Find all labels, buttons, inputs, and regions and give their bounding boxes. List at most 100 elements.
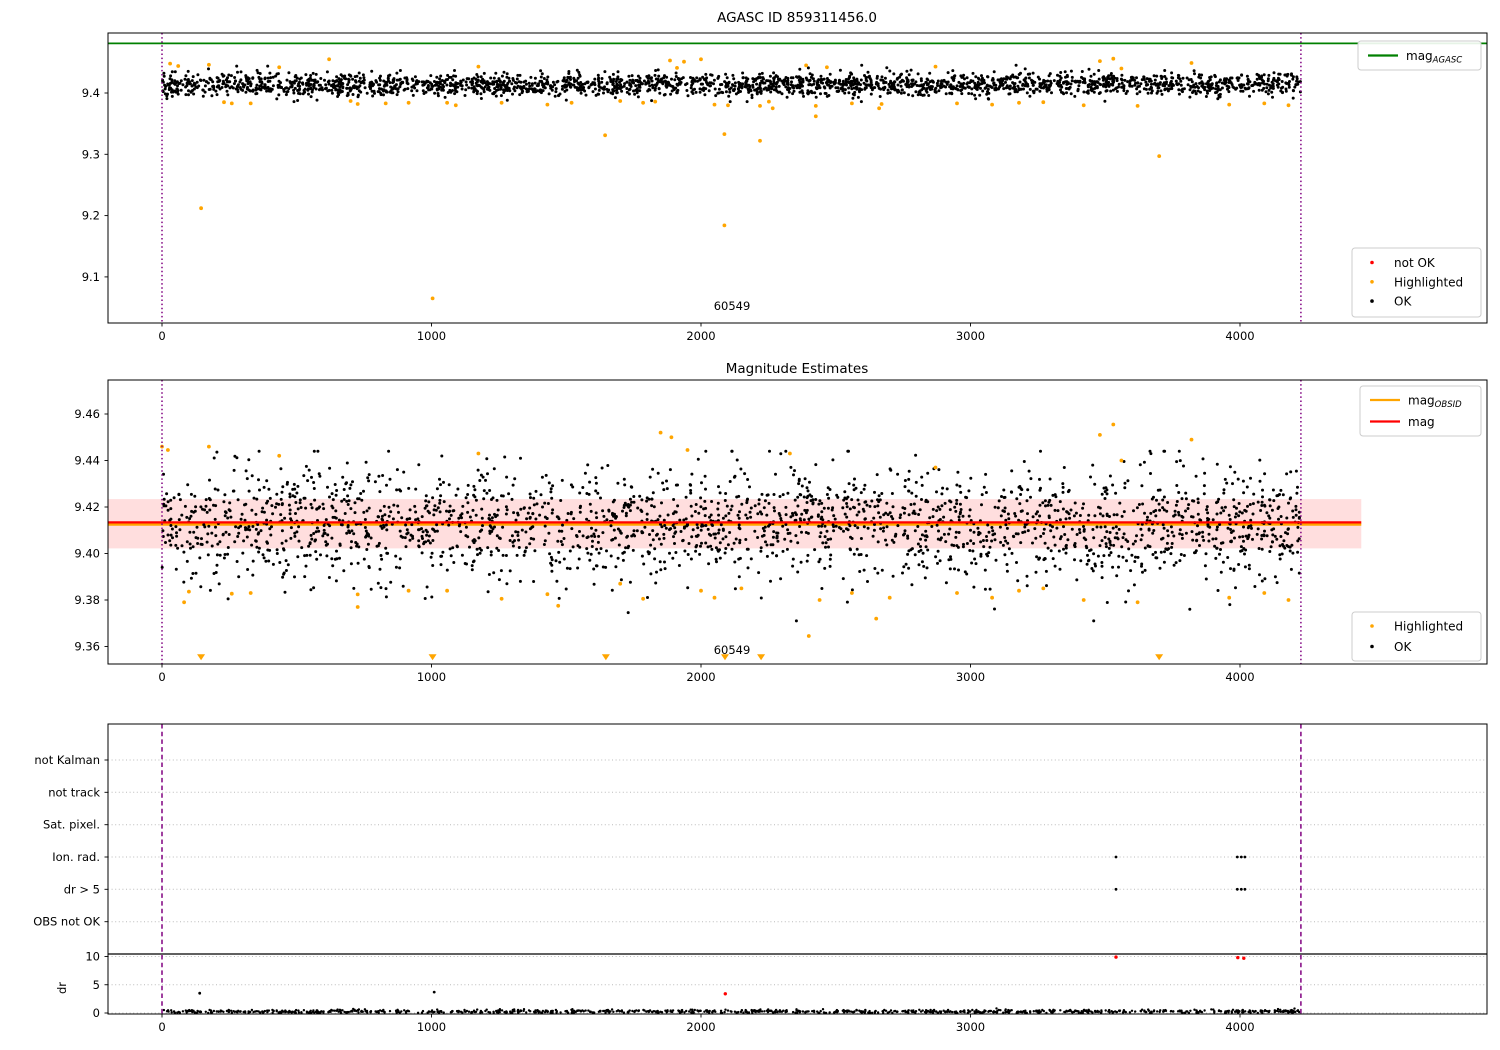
ok-point xyxy=(225,89,229,93)
ok-point xyxy=(950,91,954,95)
ok-point xyxy=(924,529,928,533)
ok-point xyxy=(858,570,862,573)
ok-point xyxy=(280,502,284,506)
ok-point xyxy=(678,518,682,522)
ok-point xyxy=(775,89,779,93)
ok-point xyxy=(330,88,334,92)
ok-point xyxy=(935,523,939,527)
ok-point xyxy=(1201,530,1205,534)
top-plot-obsid-vlines xyxy=(161,33,1302,323)
ok-point xyxy=(1005,563,1009,566)
ok-point xyxy=(686,586,690,590)
ok-point xyxy=(898,516,902,520)
ok-point xyxy=(1196,512,1200,516)
ok-point xyxy=(630,74,634,78)
ok-point xyxy=(1204,95,1208,98)
ok-point xyxy=(223,553,227,556)
ok-point xyxy=(625,535,629,539)
ok-point xyxy=(904,562,908,566)
ok-point xyxy=(1148,449,1152,453)
highlighted-point xyxy=(758,138,762,143)
ok-point xyxy=(869,83,873,87)
ok-point xyxy=(943,501,947,505)
ok-point xyxy=(275,492,279,496)
ok-point xyxy=(910,82,913,86)
ok-point xyxy=(1115,89,1119,93)
ok-point xyxy=(906,83,910,87)
ok-point xyxy=(903,507,907,510)
ok-point xyxy=(795,75,798,79)
ok-point xyxy=(481,524,484,528)
ok-point xyxy=(259,77,263,81)
ok-point xyxy=(1246,87,1250,91)
ok-point xyxy=(233,76,237,79)
ok-point xyxy=(1262,79,1265,83)
ok-point xyxy=(1024,76,1028,80)
ok-point xyxy=(818,499,822,503)
ok-point xyxy=(940,492,944,496)
ok-point xyxy=(640,554,644,558)
ok-point xyxy=(1205,505,1209,509)
ok-point xyxy=(445,509,448,513)
ok-point xyxy=(1267,88,1271,92)
ok-point xyxy=(1242,547,1246,550)
ok-point xyxy=(1228,465,1232,469)
ok-point xyxy=(222,556,226,560)
ok-point xyxy=(852,79,856,83)
ok-point xyxy=(670,89,674,93)
ok-point xyxy=(185,540,189,544)
ok-point xyxy=(511,540,515,544)
highlighted-point xyxy=(476,451,481,456)
ok-point xyxy=(950,543,954,547)
ok-point xyxy=(267,559,271,563)
ok-point xyxy=(936,84,940,88)
ok-point xyxy=(605,518,609,522)
ok-point xyxy=(878,95,882,98)
ok-point xyxy=(237,526,241,530)
ok-point xyxy=(866,580,869,583)
ok-point xyxy=(873,505,877,509)
ok-point xyxy=(513,85,516,89)
ok-point xyxy=(581,534,585,538)
ok-point xyxy=(635,89,639,93)
ok-point xyxy=(1281,493,1285,497)
ok-point xyxy=(577,70,581,74)
ok-point xyxy=(1061,507,1065,511)
ok-point xyxy=(562,76,566,80)
highlighted-point xyxy=(641,100,645,105)
ok-point xyxy=(1086,85,1090,89)
ok-point xyxy=(456,487,460,491)
ok-point xyxy=(254,512,258,516)
ok-point xyxy=(794,619,798,623)
ok-point xyxy=(706,527,710,531)
ok-point xyxy=(491,496,495,500)
ok-point xyxy=(284,93,288,97)
ok-point xyxy=(1246,537,1250,541)
ok-point xyxy=(489,76,493,80)
ok-point xyxy=(223,514,227,518)
ok-point xyxy=(440,454,444,458)
ok-point xyxy=(557,550,561,554)
ok-point xyxy=(214,534,218,538)
ok-point xyxy=(438,80,442,84)
ok-point xyxy=(884,538,887,542)
ok-point xyxy=(186,483,190,487)
ok-point xyxy=(160,565,164,569)
ok-point xyxy=(1100,492,1104,496)
ok-point xyxy=(1241,89,1245,93)
ok-point xyxy=(1186,83,1190,87)
ok-point xyxy=(632,529,636,533)
ok-point xyxy=(784,513,788,517)
ok-point xyxy=(987,97,991,101)
highlighted-point xyxy=(877,106,881,111)
ok-point xyxy=(398,557,402,561)
ok-point xyxy=(480,516,484,520)
ok-point xyxy=(959,508,963,511)
ok-point xyxy=(215,93,219,97)
ok-point xyxy=(306,88,310,92)
ok-point xyxy=(1284,89,1288,93)
ok-point xyxy=(533,76,537,80)
ok-point xyxy=(479,92,483,96)
ok-point xyxy=(447,483,451,487)
ok-point xyxy=(756,87,760,90)
